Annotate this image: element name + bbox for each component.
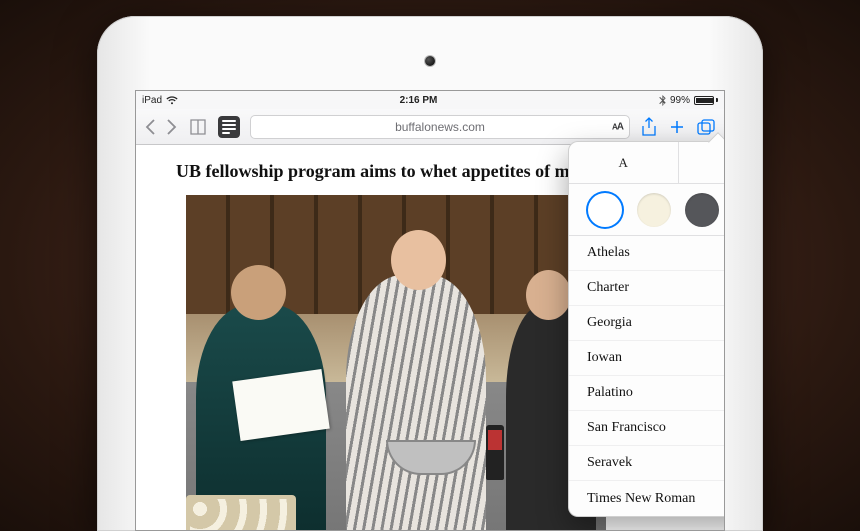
front-camera — [425, 56, 435, 66]
theme-option-1[interactable] — [637, 193, 671, 227]
reader-mode-button[interactable] — [218, 116, 240, 138]
font-size-row: A A — [569, 142, 725, 184]
theme-option-0[interactable] — [588, 193, 622, 227]
browser-toolbar: buffalonews.com AA — [136, 109, 724, 145]
battery-icon — [694, 96, 718, 105]
new-tab-button[interactable] — [668, 118, 686, 136]
tabs-button[interactable] — [696, 118, 716, 136]
font-name: Iowan — [587, 350, 622, 366]
article-hero-image — [186, 195, 606, 531]
font-option[interactable]: Iowan✓ — [569, 341, 725, 376]
url-field[interactable]: buffalonews.com AA — [250, 115, 630, 139]
font-name: Seravek — [587, 455, 632, 471]
bookmarks-button[interactable] — [188, 118, 208, 136]
font-list: Athelas✓Charter✓Georgia✓Iowan✓Palatino✓S… — [569, 236, 725, 516]
status-bar: iPad 2:16 PM 99% — [136, 91, 724, 109]
back-button[interactable] — [144, 118, 156, 136]
font-option[interactable]: Georgia✓ — [569, 306, 725, 341]
bluetooth-icon — [659, 95, 666, 106]
theme-option-2[interactable] — [685, 193, 719, 227]
share-button[interactable] — [640, 117, 658, 137]
forward-button[interactable] — [166, 118, 178, 136]
font-name: Times New Roman — [587, 491, 695, 507]
font-option[interactable]: Times New Roman✓ — [569, 481, 725, 516]
ipad-frame: iPad 2:16 PM 99% — [97, 16, 763, 531]
font-size-smaller-button[interactable]: A — [569, 142, 679, 183]
carrier-label: iPad — [142, 95, 162, 106]
reader-settings-button[interactable]: AA — [612, 121, 623, 132]
font-name: Charter — [587, 280, 629, 296]
wifi-icon — [166, 96, 178, 105]
screen: iPad 2:16 PM 99% — [135, 90, 725, 531]
reader-settings-popover: A A Athelas✓Charter✓Georgia✓Iowan✓Palati… — [568, 141, 725, 517]
font-option[interactable]: Seravek✓ — [569, 446, 725, 481]
font-name: Athelas — [587, 245, 630, 261]
font-name: Georgia — [587, 315, 632, 331]
font-name: Palatino — [587, 385, 633, 401]
theme-row — [569, 184, 725, 236]
font-option[interactable]: Charter✓ — [569, 271, 725, 306]
font-name: San Francisco — [587, 420, 666, 436]
battery-percent: 99% — [670, 95, 690, 106]
font-option[interactable]: Athelas✓ — [569, 236, 725, 271]
font-option[interactable]: San Francisco✓ — [569, 411, 725, 446]
url-text: buffalonews.com — [395, 120, 485, 134]
font-option[interactable]: Palatino✓ — [569, 376, 725, 411]
clock: 2:16 PM — [400, 95, 438, 106]
